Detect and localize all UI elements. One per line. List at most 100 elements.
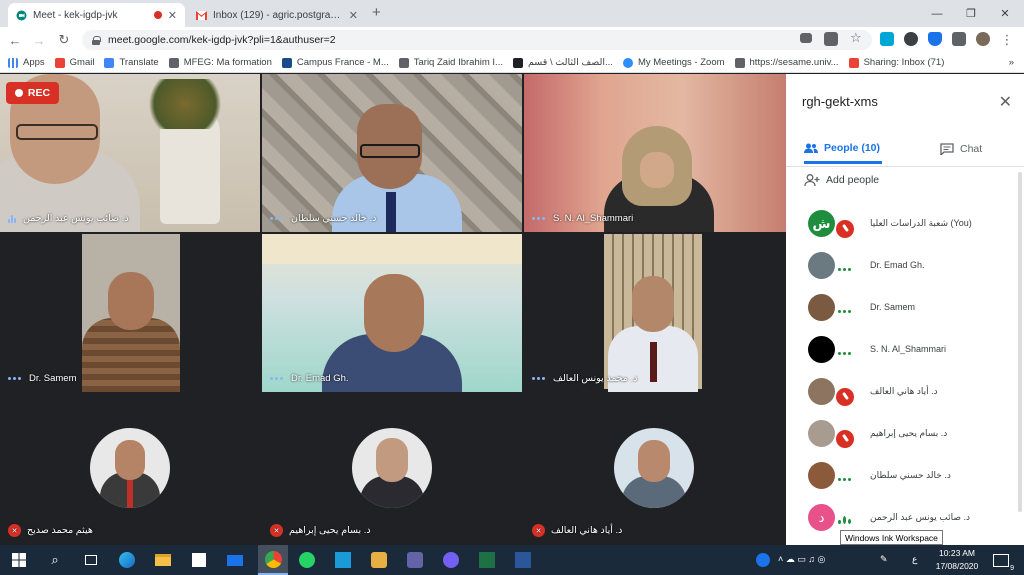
participant-row[interactable]: ش شعبة الدراسات العليا (You) xyxy=(786,204,1024,246)
participant-row[interactable]: د. أياد هاني العالف xyxy=(786,372,1024,414)
more-options-icon[interactable] xyxy=(838,310,853,313)
participant-row[interactable]: Dr. Samem xyxy=(786,288,1024,330)
video-tile[interactable]: د. خالد حسني سلطان xyxy=(262,74,522,232)
teams-icon[interactable] xyxy=(404,549,426,571)
avatar xyxy=(352,428,432,508)
bookmark-apps[interactable]: Apps xyxy=(8,57,45,68)
help-icon[interactable] xyxy=(752,549,774,571)
more-bookmarks-icon[interactable]: » xyxy=(1009,57,1014,68)
bookmark-sesame[interactable]: https://sesame.univ... xyxy=(734,57,839,68)
video-tile[interactable]: REC د. صائب يونس عبد الرحمن xyxy=(0,74,260,232)
edge-icon[interactable] xyxy=(116,549,138,571)
more-options-icon[interactable] xyxy=(838,352,853,355)
reload-icon[interactable]: ↻ xyxy=(55,31,73,49)
avatar xyxy=(808,336,835,363)
mail-icon[interactable] xyxy=(224,549,246,571)
video-tile[interactable]: S. N. Al_Shammari xyxy=(524,74,786,232)
add-people-button[interactable]: Add people xyxy=(804,174,879,186)
viber-icon[interactable] xyxy=(440,549,462,571)
more-options-icon[interactable] xyxy=(270,377,285,380)
more-options-icon[interactable] xyxy=(838,478,853,481)
address-bar[interactable]: meet.google.com/kek-igdp-jvk?pli=1&authu… xyxy=(82,30,872,50)
clock[interactable]: 10:23 AM 17/08/2020 xyxy=(932,547,982,573)
bookmark-zoom[interactable]: My Meetings - Zoom xyxy=(622,57,725,68)
minimize-button[interactable]: — xyxy=(920,0,954,27)
close-panel-button[interactable]: ✕ xyxy=(999,92,1012,112)
glasses-image xyxy=(16,124,98,140)
participant-row[interactable]: Dr. Emad Gh. xyxy=(786,246,1024,288)
video-tile[interactable]: د. محمد يونس العالف xyxy=(524,234,786,392)
mic-off-icon xyxy=(836,388,854,406)
language-indicator[interactable]: ع xyxy=(912,554,917,565)
task-view-icon[interactable] xyxy=(80,549,102,571)
tray-icons[interactable]: ˄ ☁ ▭ ♫ ◎ xyxy=(778,554,825,565)
bookmark-tariq[interactable]: Tariq Zaid Ibrahim I... xyxy=(398,57,503,68)
more-options-icon[interactable] xyxy=(532,217,547,220)
windows-start-icon[interactable] xyxy=(8,549,30,571)
gmail-icon xyxy=(848,57,859,68)
excel-icon[interactable] xyxy=(476,549,498,571)
pen-icon[interactable]: ✎ xyxy=(880,554,888,565)
shield-icon[interactable] xyxy=(928,32,942,46)
profile-avatar[interactable] xyxy=(976,32,990,46)
back-icon[interactable]: ← xyxy=(6,31,24,49)
mic-off-icon: ✕ xyxy=(532,524,545,537)
video-tile[interactable]: ✕ د. أياد هاني العالف xyxy=(524,394,786,545)
close-window-button[interactable]: ✕ xyxy=(988,0,1022,27)
person-face xyxy=(632,276,674,332)
chrome-icon[interactable] xyxy=(258,545,288,575)
browser-toolbar: ← → ↻ meet.google.com/kek-igdp-jvk?pli=1… xyxy=(0,27,1024,53)
translate-icon[interactable] xyxy=(824,32,838,46)
avatar xyxy=(808,420,835,447)
word-icon[interactable] xyxy=(512,549,534,571)
new-tab-button[interactable]: + xyxy=(372,4,381,21)
more-options-icon[interactable] xyxy=(270,217,285,220)
participant-name: د. صائب يونس عبد الرحمن xyxy=(8,213,129,224)
mic-off-icon: ✕ xyxy=(8,524,21,537)
close-tab-icon[interactable]: ✕ xyxy=(349,9,358,22)
extension-icon[interactable] xyxy=(880,32,894,46)
video-tile[interactable]: ✕ د. بسام يحيى إبراهيم xyxy=(262,394,522,545)
tab-chat[interactable]: Chat xyxy=(940,134,982,164)
maximize-button[interactable]: ❐ xyxy=(954,0,988,27)
link-icon xyxy=(168,57,179,68)
more-options-icon[interactable] xyxy=(8,377,23,380)
tab-meet[interactable]: Meet - kek-igdp-jvk ✕ xyxy=(8,3,185,27)
bookmark-campus-france[interactable]: Campus France - M... xyxy=(281,57,389,68)
tab-people[interactable]: People (10) xyxy=(804,134,882,164)
bookmark-star-icon[interactable]: ☆ xyxy=(850,30,864,45)
scrollbar[interactable] xyxy=(1018,172,1022,512)
bookmark-class[interactable]: الصف الثالث \ قسم... xyxy=(512,57,613,68)
puzzle-icon[interactable] xyxy=(952,32,966,46)
app-icon[interactable] xyxy=(368,549,390,571)
divider xyxy=(786,166,1024,167)
app-icon[interactable] xyxy=(332,549,354,571)
participant-row[interactable]: S. N. Al_Shammari xyxy=(786,330,1024,372)
video-tile[interactable]: Dr. Samem xyxy=(0,234,260,392)
tab-inbox[interactable]: Inbox (129) - agric.postgrad@uo.. ✕ xyxy=(188,3,366,27)
participant-row[interactable]: د. خالد حسني سلطان xyxy=(786,456,1024,498)
store-icon[interactable] xyxy=(188,549,210,571)
more-options-icon[interactable] xyxy=(532,377,547,380)
bookmark-gmail[interactable]: Gmail xyxy=(54,57,94,68)
extension-icon[interactable] xyxy=(904,32,918,46)
participant-name: ✕ د. بسام يحيى إبراهيم xyxy=(270,524,371,537)
search-icon[interactable]: ⌕ xyxy=(44,549,66,571)
video-tile[interactable]: ✕ هيثم محمد صديح xyxy=(0,394,260,545)
bookmark-sharing-inbox[interactable]: Sharing: Inbox (71) xyxy=(848,57,944,68)
bookmark-translate[interactable]: Translate xyxy=(104,57,159,68)
ceiling-image xyxy=(262,234,522,264)
participant-name: ✕ د. أياد هاني العالف xyxy=(532,524,622,537)
bookmark-mfeg[interactable]: MFEG: Ma formation xyxy=(168,57,272,68)
video-tile[interactable]: Dr. Emad Gh. xyxy=(262,234,522,392)
whatsapp-icon[interactable] xyxy=(296,549,318,571)
file-explorer-icon[interactable] xyxy=(152,549,174,571)
camera-icon[interactable] xyxy=(800,33,812,43)
participant-row[interactable]: د. بسام يحيى إبراهيم xyxy=(786,414,1024,456)
close-tab-icon[interactable]: ✕ xyxy=(168,9,177,22)
participant-name: د. محمد يونس العالف xyxy=(532,373,638,384)
forward-icon[interactable]: → xyxy=(30,31,48,49)
more-options-icon[interactable] xyxy=(838,268,853,271)
notifications-icon[interactable]: 9 xyxy=(990,549,1014,572)
menu-icon[interactable]: ⋮ xyxy=(998,31,1016,49)
